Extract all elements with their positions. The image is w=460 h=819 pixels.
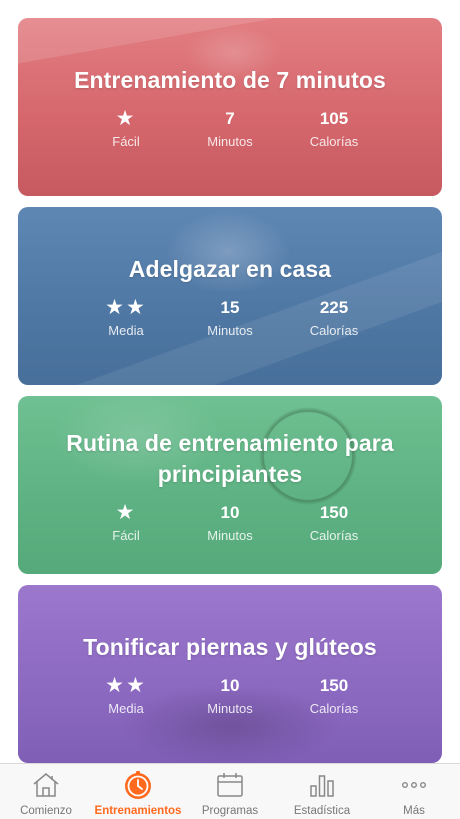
- tab-label: Estadística: [293, 805, 351, 817]
- tab-label: Comienzo: [20, 805, 72, 817]
- tab-label: Entrenamientos: [94, 805, 182, 817]
- bar-chart-icon: [307, 770, 337, 800]
- tab-label: Programas: [201, 805, 259, 817]
- calories-value: 105: [319, 109, 349, 128]
- tab-mas[interactable]: Más: [368, 764, 460, 819]
- workout-stats: ★★ Media 10 Minutos 150 Calorías: [18, 674, 442, 717]
- tab-entrenamientos[interactable]: Entrenamientos: [92, 764, 184, 819]
- calories-value: 225: [319, 298, 349, 317]
- difficulty-label: Media: [108, 701, 144, 716]
- calories-label: Calorías: [309, 323, 359, 338]
- minutes-label: Minutos: [207, 527, 253, 543]
- home-icon: [31, 770, 61, 800]
- difficulty-label: Media: [108, 323, 144, 338]
- workout-stats: ★ Fácil 10 Minutos 150 Calorías: [18, 500, 442, 543]
- workout-title: Rutina de entrenamiento para principiant…: [66, 429, 394, 487]
- bottom-tab-bar: Comienzo Entrenamientos Programas Estadí…: [0, 763, 460, 819]
- workout-card-legs-glutes[interactable]: Tonificar piernas y glúteos ★★ Media 10 …: [18, 585, 442, 763]
- calories-label: Calorías: [309, 701, 359, 716]
- workout-title: Entrenamiento de 7 minutos: [74, 67, 386, 93]
- stopwatch-icon: [123, 770, 153, 800]
- calories-label: Calorías: [309, 527, 359, 543]
- workout-card-beginners[interactable]: Rutina de entrenamiento para principiant…: [18, 396, 442, 574]
- minutes-label: Minutos: [207, 323, 253, 338]
- difficulty-label: Fácil: [112, 527, 140, 543]
- difficulty-stars: ★: [115, 107, 137, 130]
- more-icon: [399, 770, 429, 800]
- tab-comienzo[interactable]: Comienzo: [0, 764, 92, 819]
- workout-title: Tonificar piernas y glúteos: [83, 634, 377, 660]
- calories-label: Calorías: [309, 134, 359, 149]
- calendar-icon: [215, 770, 245, 800]
- calories-value: 150: [319, 502, 349, 522]
- calories-value: 150: [319, 676, 349, 695]
- minutes-value: 7: [225, 109, 235, 128]
- minutes-value: 10: [220, 502, 240, 522]
- difficulty-stars: ★★: [105, 296, 147, 319]
- workout-stats: ★★ Media 15 Minutos 225 Calorías: [18, 296, 442, 339]
- minutes-label: Minutos: [207, 134, 253, 149]
- tab-label: Más: [403, 805, 425, 817]
- minutes-value: 10: [220, 676, 240, 695]
- tab-estadistica[interactable]: Estadística: [276, 764, 368, 819]
- workout-card-lose-weight[interactable]: Adelgazar en casa ★★ Media 15 Minutos 22…: [18, 207, 442, 385]
- minutes-label: Minutos: [207, 701, 253, 716]
- minutes-value: 15: [220, 298, 240, 317]
- tab-programas[interactable]: Programas: [184, 764, 276, 819]
- difficulty-stars: ★★: [105, 674, 147, 697]
- difficulty-stars: ★: [115, 500, 137, 524]
- workout-title: Adelgazar en casa: [128, 256, 332, 282]
- workout-card-7-minutes[interactable]: Entrenamiento de 7 minutos ★ Fácil 7 Min…: [18, 18, 442, 196]
- difficulty-label: Fácil: [112, 134, 140, 149]
- workout-stats: ★ Fácil 7 Minutos 105 Calorías: [18, 107, 442, 150]
